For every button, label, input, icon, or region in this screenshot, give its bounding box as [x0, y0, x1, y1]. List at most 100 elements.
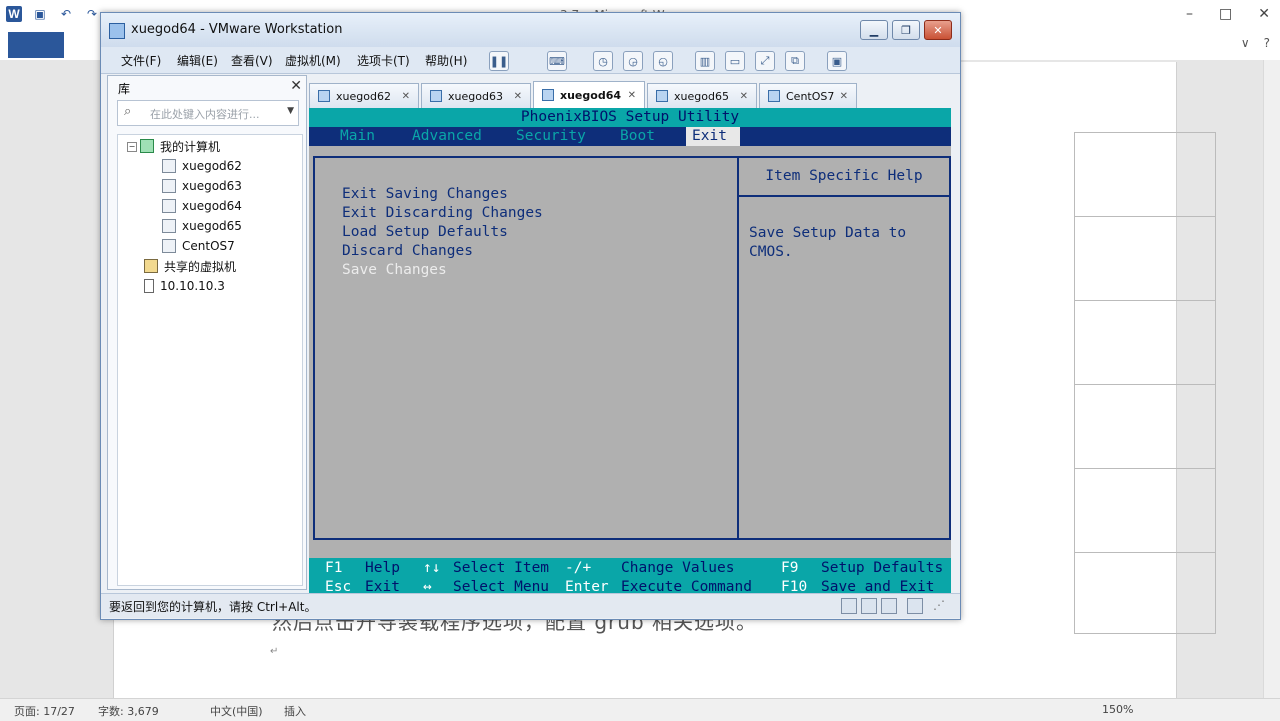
insert-mode[interactable]: 插入 [284, 703, 306, 719]
tree-item-label: xuegod64 [182, 199, 242, 213]
bios-option-load-defaults[interactable]: Load Setup Defaults [342, 224, 508, 240]
restore-button[interactable]: ❐ [892, 20, 920, 40]
bios-menu-boot[interactable]: Boot [614, 127, 661, 146]
tree-item-label: 我的计算机 [160, 139, 221, 154]
word-app-icon: W [6, 6, 22, 22]
network-adapter-icon[interactable] [881, 598, 897, 614]
word-file-tab[interactable] [8, 32, 64, 58]
bios-menu-security[interactable]: Security [510, 127, 592, 146]
bios-menu-main[interactable]: Main [334, 127, 381, 146]
bios-key-f9: F9 [781, 560, 799, 576]
close-tab-icon[interactable]: ✕ [514, 91, 522, 102]
vmware-window-title: xuegod64 - VMware Workstation [131, 22, 343, 37]
tree-item-xuegod65[interactable]: xuegod65 [162, 217, 242, 235]
tree-item-label: xuegod65 [182, 219, 242, 233]
language-indicator[interactable]: 中文(中国) [210, 703, 263, 719]
send-ctrl-alt-del-icon[interactable]: ⌨ [547, 51, 567, 71]
shared-vms-icon [144, 259, 158, 273]
library-search-input[interactable]: ⌕ 在此处键入内容进行... ▼ [117, 100, 299, 126]
minimize-button[interactable]: ▁ [860, 20, 888, 40]
server-icon [144, 279, 154, 293]
library-tree: − 我的计算机 xuegod62 xuegod63 xuegod64 xuego… [117, 134, 303, 586]
thumbnail-bar-icon[interactable]: ▭ [725, 51, 745, 71]
tree-item-xuegod64[interactable]: xuegod64 [162, 197, 242, 215]
tree-item-remote-host[interactable]: 10.10.10.3 [144, 277, 225, 295]
collapse-icon[interactable]: − [127, 142, 137, 152]
bios-option-exit-saving[interactable]: Exit Saving Changes [342, 186, 508, 202]
console-view-icon[interactable]: ▣ [827, 51, 847, 71]
tab-xuegod64[interactable]: xuegod64 ✕ [533, 81, 645, 108]
close-tab-icon[interactable]: ✕ [402, 91, 410, 102]
vm-icon [162, 219, 176, 233]
vm-tab-icon [430, 90, 442, 102]
tab-xuegod62[interactable]: xuegod62 ✕ [309, 83, 419, 108]
maximize-icon[interactable]: □ [1219, 6, 1232, 22]
hard-disk-icon[interactable] [841, 598, 857, 614]
chevron-down-icon[interactable]: ▼ [287, 106, 294, 116]
vmware-titlebar[interactable]: xuegod64 - VMware Workstation ▁ ❐ ✕ [101, 13, 960, 47]
tree-item-shared-vms[interactable]: 共享的虚拟机 [144, 257, 236, 275]
status-message: 要返回到您的计算机，请按 Ctrl+Alt。 [109, 600, 317, 614]
cd-dvd-icon[interactable] [861, 598, 877, 614]
snapshot-manager-icon[interactable]: ◵ [653, 51, 673, 71]
bios-key-updown: ↑↓ [423, 560, 441, 576]
word-table [1074, 132, 1216, 634]
tree-item-label: xuegod62 [182, 159, 242, 173]
revert-snapshot-icon[interactable]: ◶ [623, 51, 643, 71]
close-library-icon[interactable]: ✕ [290, 78, 302, 94]
minimize-icon[interactable]: – [1186, 6, 1193, 22]
menu-vm[interactable]: 虚拟机(M) [285, 52, 341, 69]
vm-tab-icon [656, 90, 668, 102]
pause-icon[interactable]: ❚❚ [489, 51, 509, 71]
library-header: 库 ✕ [108, 76, 306, 98]
vm-tab-icon [318, 90, 330, 102]
vm-tabs: xuegod62 ✕ xuegod63 ✕ xuegod64 ✕ xuegod6… [309, 81, 951, 108]
close-tab-icon[interactable]: ✕ [628, 90, 636, 101]
menu-edit[interactable]: 编辑(E) [177, 52, 218, 69]
library-panel: 库 ✕ ⌕ 在此处键入内容进行... ▼ − 我的计算机 xuegod62 xu… [107, 75, 307, 590]
word-ribbon-controls: ∨ ? [1241, 36, 1270, 50]
message-log-icon[interactable] [907, 598, 923, 614]
save-icon[interactable]: ▣ [32, 6, 48, 22]
close-button[interactable]: ✕ [924, 20, 952, 40]
bios-option-discard-changes[interactable]: Discard Changes [342, 243, 473, 259]
unity-icon[interactable]: ⧉ [785, 51, 805, 71]
menu-view[interactable]: 查看(V) [231, 52, 273, 69]
tree-item-my-computer[interactable]: 我的计算机 [140, 137, 220, 155]
bios-menu-exit[interactable]: Exit [686, 127, 740, 146]
collapse-ribbon-icon[interactable]: ∨ [1241, 36, 1250, 50]
close-icon[interactable]: ✕ [1258, 6, 1270, 22]
menu-help[interactable]: 帮助(H) [425, 52, 467, 69]
tab-xuegod65[interactable]: xuegod65 ✕ [647, 83, 757, 108]
vm-console[interactable]: PhoenixBIOS Setup Utility Main Advanced … [309, 108, 951, 598]
vmware-window: xuegod64 - VMware Workstation ▁ ❐ ✕ 文件(F… [100, 12, 961, 620]
help-icon[interactable]: ? [1264, 36, 1270, 50]
word-vertical-scrollbar[interactable] [1263, 60, 1280, 698]
bios-key-desc: Change Values [621, 560, 735, 576]
redo-icon[interactable]: ↷ [84, 6, 100, 22]
show-library-icon[interactable]: ▥ [695, 51, 715, 71]
close-tab-icon[interactable]: ✕ [840, 91, 848, 102]
tab-xuegod63[interactable]: xuegod63 ✕ [421, 83, 531, 108]
close-tab-icon[interactable]: ✕ [740, 91, 748, 102]
bios-key-desc: Help [365, 560, 400, 576]
zoom-level[interactable]: 150% [1102, 703, 1133, 716]
full-screen-icon[interactable]: ⤢ [755, 51, 775, 71]
tab-centos7[interactable]: CentOS7 ✕ [759, 83, 857, 108]
bios-help-text: Save Setup Data to CMOS. [749, 225, 907, 260]
bios-option-exit-discarding[interactable]: Exit Discarding Changes [342, 205, 543, 221]
resize-grip-icon[interactable]: ⋰ [933, 598, 947, 612]
menu-file[interactable]: 文件(F) [121, 52, 161, 69]
tree-item-xuegod62[interactable]: xuegod62 [162, 157, 242, 175]
vm-icon [162, 159, 176, 173]
page-indicator[interactable]: 页面: 17/27 [14, 703, 75, 719]
snapshot-icon[interactable]: ◷ [593, 51, 613, 71]
bios-option-save-changes[interactable]: Save Changes [342, 262, 447, 278]
vmware-menubar: 文件(F) 编辑(E) 查看(V) 虚拟机(M) 选项卡(T) 帮助(H) ❚❚… [101, 47, 960, 74]
tree-item-xuegod63[interactable]: xuegod63 [162, 177, 242, 195]
bios-menu-advanced[interactable]: Advanced [406, 127, 488, 146]
word-count[interactable]: 字数: 3,679 [98, 703, 159, 719]
undo-icon[interactable]: ↶ [58, 6, 74, 22]
tree-item-centos7[interactable]: CentOS7 [162, 237, 235, 255]
menu-tabs[interactable]: 选项卡(T) [357, 52, 410, 69]
